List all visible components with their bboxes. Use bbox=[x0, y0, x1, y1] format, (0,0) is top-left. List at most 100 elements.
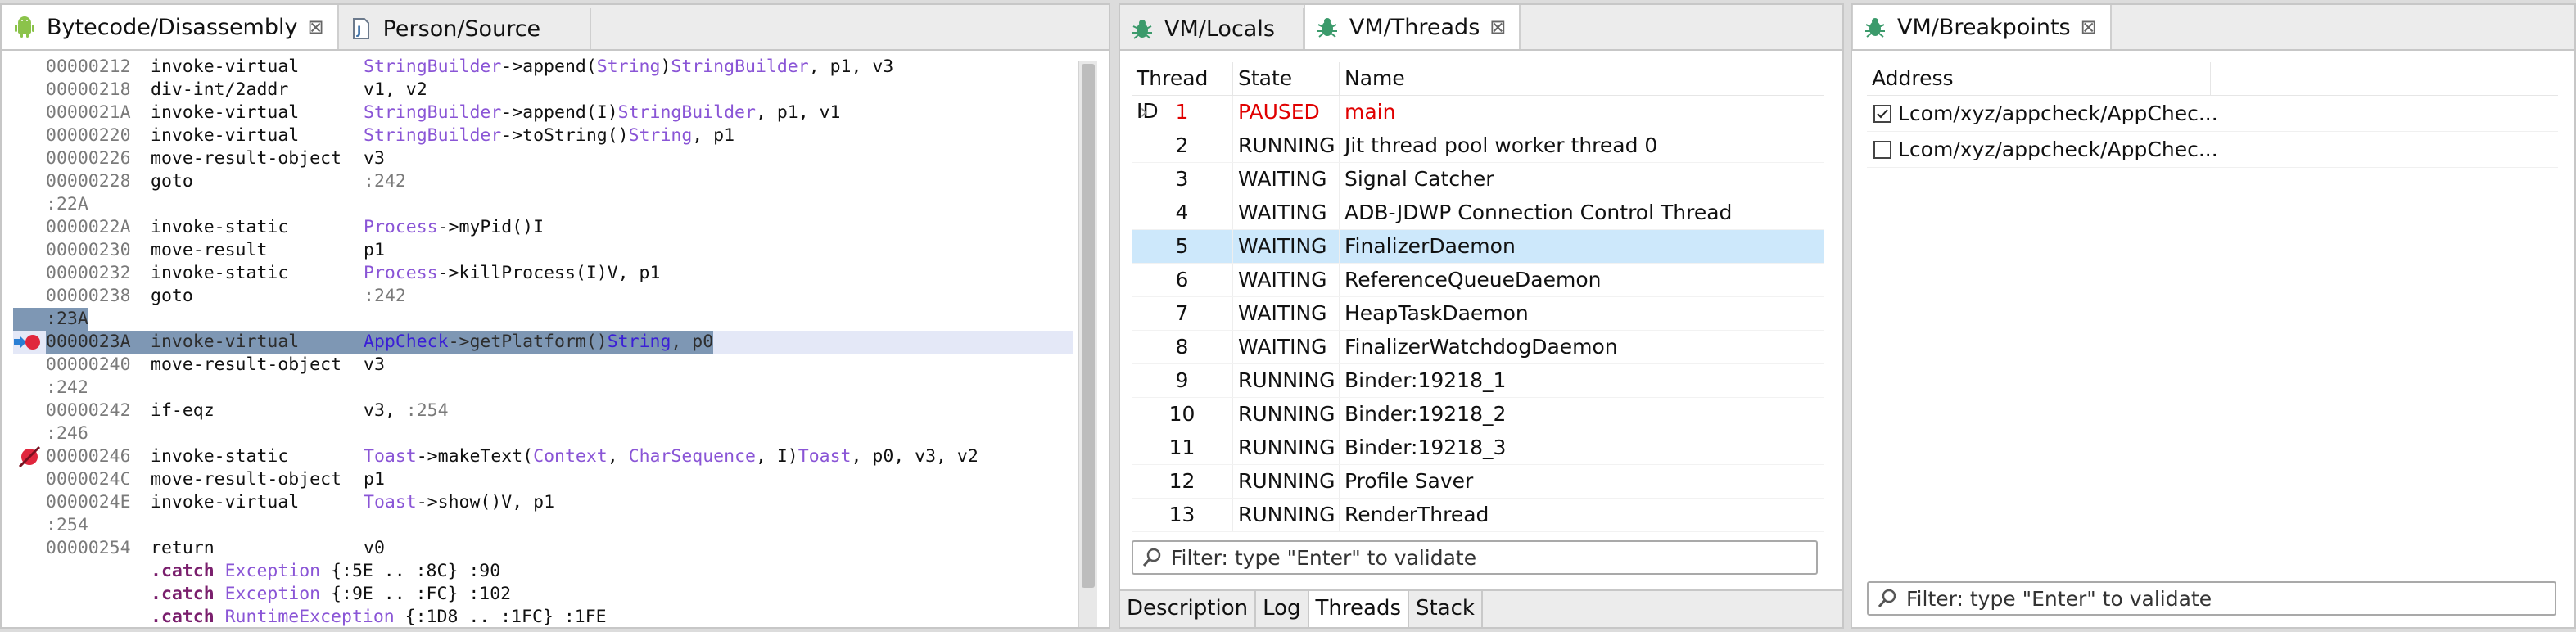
column-state[interactable]: State bbox=[1233, 62, 1340, 95]
label-reference[interactable]: :254 bbox=[406, 400, 449, 421]
instruction-address[interactable]: 00000254 bbox=[46, 537, 131, 560]
class-reference[interactable]: StringBuilder bbox=[364, 125, 501, 146]
code-label-line[interactable]: :23A bbox=[13, 308, 1073, 331]
instruction-address[interactable]: 00000228 bbox=[46, 170, 131, 193]
instruction-operands[interactable]: :242 bbox=[364, 285, 406, 308]
instruction-address[interactable]: 00000220 bbox=[46, 124, 131, 147]
thread-row[interactable]: 9 RUNNING Binder:19218_1 bbox=[1132, 364, 1824, 398]
code-label-line[interactable]: :22A bbox=[13, 193, 1073, 216]
tab-log[interactable]: Log bbox=[1256, 591, 1309, 627]
class-reference[interactable]: StringBuilder bbox=[671, 56, 808, 77]
tab-person-source[interactable]: J Person/Source bbox=[339, 8, 592, 49]
code-label[interactable]: :254 bbox=[46, 514, 88, 537]
code-label[interactable]: :22A bbox=[46, 193, 88, 216]
class-reference[interactable]: CharSequence bbox=[629, 446, 756, 467]
code-label-line[interactable]: :242 bbox=[13, 377, 1073, 400]
instruction-opcode[interactable]: move-result-object bbox=[151, 468, 341, 491]
thread-row[interactable]: 12 RUNNING Profile Saver bbox=[1132, 465, 1824, 499]
code-line[interactable]: 0000024E invoke-virtual Toast->show()V, p1 bbox=[13, 491, 1073, 514]
instruction-opcode[interactable]: if-eqz bbox=[151, 400, 215, 422]
code-line[interactable]: 00000228 goto :242 bbox=[13, 170, 1073, 193]
thread-row[interactable]: 10 RUNNING Binder:19218_2 bbox=[1132, 398, 1824, 431]
column-name[interactable]: Name bbox=[1340, 62, 1814, 95]
code-line[interactable]: 0000022A invoke-static Process->myPid()I bbox=[13, 216, 1073, 239]
class-reference[interactable]: String bbox=[608, 332, 671, 352]
instruction-opcode[interactable]: return bbox=[151, 537, 215, 560]
instruction-operands[interactable]: Process->killProcess(I)V, p1 bbox=[364, 262, 660, 285]
instruction-address[interactable]: 0000024E bbox=[46, 491, 131, 514]
instruction-address[interactable]: 00000232 bbox=[46, 262, 131, 285]
instruction-address[interactable]: 00000218 bbox=[46, 79, 131, 102]
code-label[interactable]: :23A bbox=[13, 308, 88, 331]
instruction-address[interactable]: 00000242 bbox=[46, 400, 131, 422]
expand-chevron-icon[interactable]: › bbox=[1140, 96, 1148, 129]
tab-vm-breakpoints[interactable]: VM/Breakpoints ⊠ bbox=[1852, 5, 2112, 49]
instruction-operands[interactable]: AppCheck->getPlatform()String, p0 bbox=[364, 331, 714, 354]
instruction-opcode[interactable]: invoke-virtual bbox=[151, 491, 299, 514]
code-catch-line[interactable]: .catch Exception {:5E .. :8C} :90 bbox=[13, 560, 1073, 583]
thread-row[interactable]: 8 WAITING FinalizerWatchdogDaemon bbox=[1132, 331, 1824, 364]
code-line[interactable]: 00000254 return v0 bbox=[13, 537, 1073, 560]
instruction-address[interactable]: 0000021A bbox=[46, 102, 131, 124]
code-line[interactable]: 00000240 move-result-object v3 bbox=[13, 354, 1073, 377]
instruction-address[interactable]: 00000212 bbox=[46, 56, 131, 79]
close-icon[interactable]: ⊠ bbox=[2081, 16, 2097, 38]
class-reference[interactable]: RuntimeException bbox=[225, 607, 395, 627]
instruction-address[interactable]: 0000022A bbox=[46, 216, 131, 239]
tab-bytecode-disassembly[interactable]: Bytecode/Disassembly ⊠ bbox=[2, 5, 339, 49]
code-label-line[interactable]: :246 bbox=[13, 422, 1073, 445]
code-line[interactable]: 0000024C move-result-object p1 bbox=[13, 468, 1073, 491]
instruction-address[interactable]: 00000226 bbox=[46, 147, 131, 170]
instruction-operands[interactable]: StringBuilder->append(I)StringBuilder, p… bbox=[364, 102, 841, 124]
instruction-operands[interactable]: p1 bbox=[364, 239, 385, 262]
instruction-opcode[interactable]: move-result-object bbox=[151, 147, 341, 170]
label-reference[interactable]: :242 bbox=[364, 171, 406, 192]
code-label[interactable]: :242 bbox=[46, 377, 88, 400]
class-reference[interactable]: String bbox=[629, 125, 693, 146]
instruction-operands[interactable]: v3 bbox=[364, 147, 385, 170]
tab-threads[interactable]: Threads bbox=[1308, 591, 1409, 627]
thread-row[interactable]: 5 WAITING FinalizerDaemon bbox=[1132, 230, 1824, 264]
instruction-opcode[interactable]: invoke-virtual bbox=[151, 331, 300, 354]
scrollbar-thumb[interactable] bbox=[1082, 64, 1095, 588]
breakpoint-icon[interactable] bbox=[13, 331, 44, 354]
instruction-operands[interactable]: v3, :254 bbox=[364, 400, 449, 422]
instruction-address[interactable]: 0000023A bbox=[46, 331, 131, 354]
instruction-operands[interactable]: Toast->makeText(Context, CharSequence, I… bbox=[364, 445, 978, 468]
code-line[interactable]: 0000021A invoke-virtual StringBuilder->app… bbox=[13, 102, 1073, 124]
class-reference[interactable]: Toast bbox=[364, 446, 417, 467]
instruction-operands[interactable]: v1, v2 bbox=[364, 79, 427, 102]
class-reference[interactable]: String bbox=[597, 56, 661, 77]
code-line[interactable]: 00000226 move-result-object v3 bbox=[13, 147, 1073, 170]
column-thread-id[interactable]: Thread ID bbox=[1132, 62, 1233, 123]
code-label-line[interactable]: :254 bbox=[13, 514, 1073, 537]
breakpoint-row[interactable]: Lcom/xyz/appcheck/AppChec... bbox=[1867, 96, 2558, 132]
code-line[interactable]: 0000023A invoke-virtual AppCheck->getPlatf… bbox=[13, 331, 1073, 354]
instruction-opcode[interactable]: move-result-object bbox=[151, 354, 341, 377]
class-reference[interactable]: AppCheck bbox=[364, 332, 449, 352]
thread-row[interactable]: 7 WAITING HeapTaskDaemon bbox=[1132, 297, 1824, 331]
class-reference[interactable]: Context bbox=[533, 446, 608, 467]
thread-row[interactable]: 13 RUNNING RenderThread bbox=[1132, 499, 1824, 532]
instruction-operands[interactable]: StringBuilder->toString()String, p1 bbox=[364, 124, 734, 147]
disassembly-code-view[interactable]: 00000212 invoke-virtual StringBuilder->app… bbox=[13, 56, 1073, 627]
tab-vm-locals[interactable]: VM/Locals bbox=[1120, 8, 1304, 49]
disabled-breakpoint-icon[interactable] bbox=[13, 445, 44, 468]
checkbox-checked[interactable] bbox=[1873, 104, 1891, 123]
instruction-address[interactable]: 00000238 bbox=[46, 285, 131, 308]
breakpoints-filter-input[interactable]: Filter: type "Enter" to validate bbox=[1867, 581, 2556, 616]
instruction-opcode[interactable]: goto bbox=[151, 170, 193, 193]
instruction-address[interactable]: 00000230 bbox=[46, 239, 131, 262]
close-icon[interactable]: ⊠ bbox=[1489, 16, 1506, 38]
tab-description[interactable]: Description bbox=[1120, 591, 1257, 627]
code-catch-line[interactable]: .catch RuntimeException {:1D8 .. :1FC} :… bbox=[13, 606, 1073, 627]
code-line[interactable]: 00000218 div-int/2addr v1, v2 bbox=[13, 79, 1073, 102]
code-line[interactable]: 00000246 invoke-static Toast->makeText(Con… bbox=[13, 445, 1073, 468]
code-label[interactable]: :246 bbox=[46, 422, 88, 445]
code-line[interactable]: 00000238 goto:242 bbox=[13, 285, 1073, 308]
instruction-operands[interactable]: :242 bbox=[364, 170, 406, 193]
code-line[interactable]: 00000242 if-eqz v3, :254 bbox=[13, 400, 1073, 422]
instruction-address[interactable]: 00000240 bbox=[46, 354, 131, 377]
code-line[interactable]: 00000212 invoke-virtual StringBuilder->app… bbox=[13, 56, 1073, 79]
thread-row[interactable]: 11 RUNNING Binder:19218_3 bbox=[1132, 431, 1824, 465]
